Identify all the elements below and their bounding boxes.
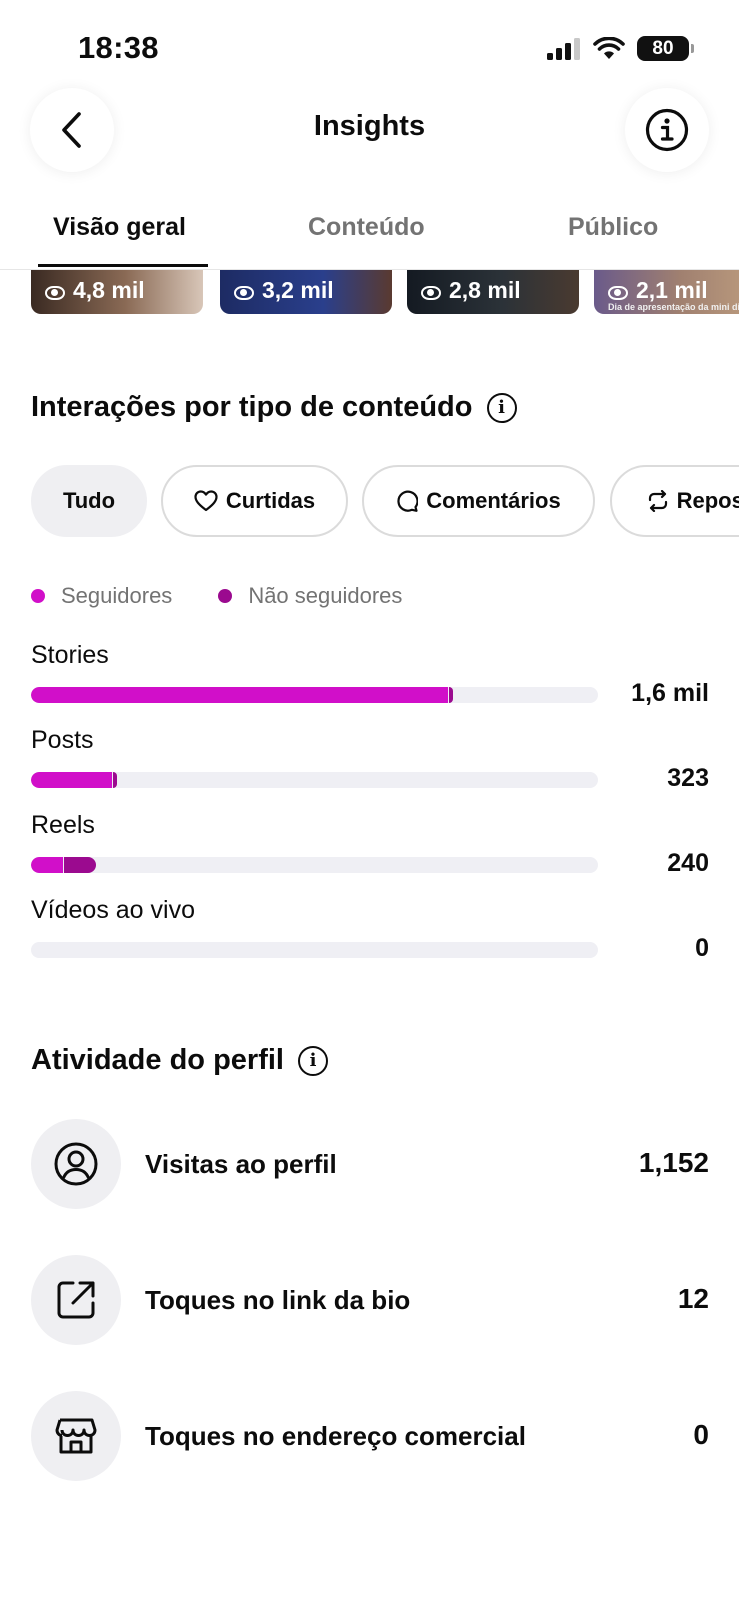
interaction-row-posts: Posts 323 (31, 726, 709, 806)
activity-value: 1,152 (638, 1147, 709, 1178)
external-link-icon (57, 1281, 95, 1319)
status-icons: 80 (547, 36, 694, 61)
wifi-icon (593, 36, 625, 59)
bar-followers (31, 772, 112, 788)
bar-followers (31, 687, 448, 703)
top-content-carousel: 4,8 mil 3,2 mil 2,8 mil 2,1 mil Dia de a… (0, 270, 739, 316)
activity-value: 12 (677, 1283, 709, 1314)
interaction-row-reels: Reels 240 (31, 811, 709, 891)
row-label: Stories (31, 641, 109, 669)
user-circle-icon (54, 1142, 98, 1186)
legend-dot-non-followers (218, 589, 233, 603)
eye-icon (421, 286, 441, 300)
bar-non-followers (449, 687, 453, 703)
info-icon[interactable]: i (486, 392, 517, 423)
activity-row-business-address-taps[interactable]: Toques no endereço comercial 0 (31, 1391, 709, 1481)
content-thumbnail[interactable]: 3,2 mil (220, 270, 392, 314)
legend-label: Seguidores (61, 583, 173, 608)
eye-icon (234, 286, 254, 300)
thumbnail-views: 2,1 mil (636, 277, 708, 303)
profile-activity-section-title: Atividade do perfil i (31, 1044, 328, 1077)
bar-non-followers (113, 772, 117, 788)
filter-chip-likes[interactable]: Curtidas (161, 465, 348, 537)
chip-label: Tudo (62, 488, 116, 513)
tab-audience[interactable]: Público (568, 213, 658, 242)
content-thumbnail[interactable]: 4,8 mil (31, 270, 203, 314)
bar-followers (31, 857, 63, 873)
info-button[interactable] (625, 88, 709, 172)
repost-icon (648, 490, 667, 512)
tab-bar: Visão geral Conteúdo Público (0, 200, 739, 270)
storefront-icon (55, 1418, 97, 1454)
eye-icon (45, 286, 65, 300)
chip-label: Curtidas (225, 488, 316, 513)
activity-label: Toques no link da bio (145, 1285, 411, 1315)
status-bar: 18:38 80 (0, 0, 739, 90)
status-time: 18:38 (78, 30, 159, 65)
info-icon (645, 108, 689, 152)
bar-track (31, 772, 598, 788)
active-tab-indicator (38, 264, 208, 267)
activity-label: Visitas ao perfil (145, 1149, 337, 1179)
bar-track (31, 942, 598, 958)
row-label: Posts (31, 726, 94, 754)
activity-row-profile-visits[interactable]: Visitas ao perfil 1,152 (31, 1119, 709, 1209)
activity-icon-wrap (31, 1119, 121, 1209)
info-icon[interactable]: i (297, 1045, 328, 1076)
row-label: Reels (31, 811, 95, 839)
filter-chip-all[interactable]: Tudo (31, 465, 147, 537)
cellular-signal-icon (547, 37, 580, 60)
thumbnail-views: 3,2 mil (262, 277, 334, 303)
header: Insights (0, 86, 739, 176)
filter-chip-reposts[interactable]: Reposts (610, 465, 739, 537)
activity-icon-wrap (31, 1391, 121, 1481)
interactions-title: Interações por tipo de conteúdo (31, 391, 473, 423)
bar-non-followers (64, 857, 97, 873)
legend-item-non-followers: Não seguidores (218, 583, 402, 609)
profile-activity-title: Atividade do perfil (31, 1044, 284, 1076)
activity-value: 0 (693, 1419, 709, 1450)
interaction-row-stories: Stories 1,6 mil (31, 641, 709, 721)
tab-content[interactable]: Conteúdo (308, 213, 425, 242)
chart-legend: Seguidores Não seguidores (31, 583, 448, 609)
filter-chip-comments[interactable]: Comentários (362, 465, 595, 537)
heart-icon (194, 490, 218, 512)
thumbnail-views: 2,8 mil (449, 277, 521, 303)
chip-label: Reposts (676, 488, 739, 513)
interaction-row-live-videos: Vídeos ao vivo 0 (31, 896, 709, 976)
legend-item-followers: Seguidores (31, 583, 172, 609)
thumbnail-caption: Dia de apresentação da mini diva (608, 302, 739, 312)
legend-label: Não seguidores (248, 583, 403, 608)
activity-label: Toques no endereço comercial (145, 1421, 526, 1451)
row-label: Vídeos ao vivo (31, 896, 195, 924)
chip-label: Comentários (426, 488, 561, 513)
row-value: 0 (695, 934, 709, 962)
content-type-filters: Tudo Curtidas Comentários Reposts (0, 465, 739, 539)
activity-row-bio-link-taps[interactable]: Toques no link da bio 12 (31, 1255, 709, 1345)
row-value: 1,6 mil (631, 679, 709, 707)
legend-dot-followers (31, 589, 45, 603)
eye-icon (608, 286, 628, 300)
row-value: 240 (667, 849, 709, 877)
comment-icon (397, 490, 419, 512)
thumbnail-views: 4,8 mil (73, 277, 145, 303)
tab-overview[interactable]: Visão geral (53, 213, 186, 242)
battery-indicator: 80 (637, 36, 694, 61)
row-value: 323 (667, 764, 709, 792)
bar-track (31, 687, 598, 703)
activity-icon-wrap (31, 1255, 121, 1345)
content-thumbnail[interactable]: 2,1 mil Dia de apresentação da mini diva (594, 270, 739, 314)
bar-track (31, 857, 598, 873)
content-thumbnail[interactable]: 2,8 mil (407, 270, 579, 314)
interactions-section-title: Interações por tipo de conteúdo i (31, 391, 517, 424)
